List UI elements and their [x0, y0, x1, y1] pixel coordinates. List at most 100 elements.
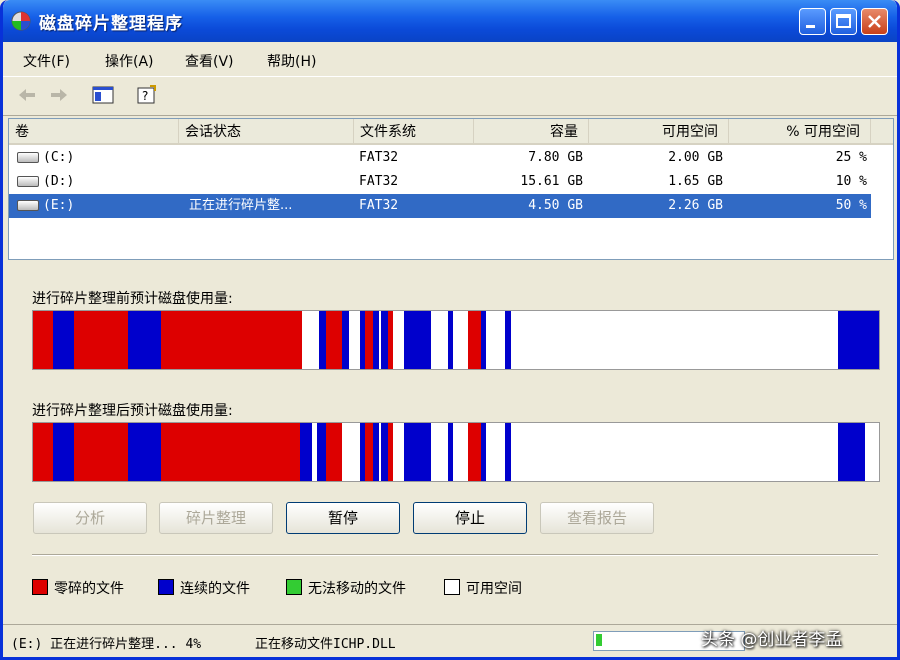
contiguous-segment	[481, 423, 487, 481]
header-capacity[interactable]: 容量	[474, 119, 589, 145]
contiguous-segment	[481, 311, 487, 369]
volume-row-e[interactable]: (E:) 正在进行碎片整... FAT32 4.50 GB 2.26 GB 50…	[9, 194, 871, 218]
menu-action[interactable]: 操作(A)	[105, 51, 154, 71]
legend-unmovable: 无法移动的文件	[286, 578, 406, 598]
fragmented-segment	[467, 311, 482, 369]
fragmented-segment	[388, 423, 394, 481]
drive-icon	[17, 152, 39, 163]
fragmented-segment	[365, 423, 374, 481]
contiguous-segment	[127, 423, 161, 481]
volume-name: (D:)	[43, 174, 75, 189]
drive-icon	[17, 176, 39, 187]
back-arrow-icon[interactable]	[15, 84, 39, 106]
pause-button[interactable]: 暂停	[286, 502, 400, 534]
legend-fragmented: 零碎的文件	[32, 578, 124, 598]
contiguous-segment	[53, 311, 74, 369]
minimize-icon	[806, 25, 815, 28]
contiguous-segment	[300, 423, 313, 481]
fragmented-segment	[365, 311, 374, 369]
close-icon	[868, 15, 881, 28]
legend-contiguous-label: 连续的文件	[180, 581, 250, 597]
toolbar: ?	[3, 76, 897, 116]
header-session-status[interactable]: 会话状态	[179, 119, 354, 145]
forward-arrow-icon[interactable]	[47, 84, 71, 106]
view-report-button[interactable]: 查看报告	[540, 502, 654, 534]
volume-free: 1.65 GB	[668, 174, 723, 189]
volume-pct-free: 50 %	[835, 198, 867, 213]
fragmented-segment	[33, 423, 54, 481]
defrag-app-icon	[11, 11, 31, 31]
contiguous-segment	[447, 423, 453, 481]
contiguous-segment	[53, 423, 74, 481]
maximize-button[interactable]	[830, 8, 857, 35]
console-tree-icon[interactable]	[91, 84, 115, 106]
defrag-window: 磁盘碎片整理程序 文件(F) 操作(A) 查看(V) 帮助(H) ? 卷 会话状…	[0, 0, 900, 660]
legend-free-label: 可用空间	[466, 581, 522, 597]
volume-row-c[interactable]: (C:) FAT32 7.80 GB 2.00 GB 25 %	[9, 146, 871, 170]
menu-help[interactable]: 帮助(H)	[267, 51, 316, 71]
fragmented-segment	[73, 423, 128, 481]
contiguous-segment	[505, 423, 511, 481]
separator	[32, 554, 878, 556]
analysis-pane: 进行碎片整理前预计磁盘使用量: 进行碎片整理后预计磁盘使用量: 分析 碎片整理 …	[8, 262, 892, 622]
contiguous-segment	[373, 311, 379, 369]
status-moving-file: 正在移动文件ICHP.DLL	[255, 637, 396, 652]
volume-fs: FAT32	[359, 174, 399, 189]
contiguous-segment	[373, 423, 379, 481]
defragment-button[interactable]: 碎片整理	[159, 502, 273, 534]
status-volume-progress: (E:) 正在进行碎片整理... 4%	[11, 637, 202, 652]
svg-text:?: ?	[142, 89, 148, 103]
free-swatch	[444, 579, 460, 595]
window-title: 磁盘碎片整理程序	[39, 14, 183, 34]
fragmented-segment	[325, 423, 342, 481]
status-bar: (E:) 正在进行碎片整理... 4% 正在移动文件ICHP.DLL 头条 @创…	[3, 624, 897, 657]
volume-row-d[interactable]: (D:) FAT32 15.61 GB 1.65 GB 10 %	[9, 170, 871, 194]
fragmented-segment	[325, 311, 342, 369]
fragmented-segment	[388, 311, 394, 369]
menu-bar: 文件(F) 操作(A) 查看(V) 帮助(H)	[3, 44, 897, 76]
after-usage-bar	[32, 422, 880, 482]
defrag-progress-fill	[596, 634, 602, 646]
contiguous-segment	[380, 311, 389, 369]
volume-list: 卷 会话状态 文件系统 容量 可用空间 % 可用空间 (C:) FAT32 7.…	[8, 118, 894, 260]
contiguous-segment	[505, 311, 511, 369]
header-free-space[interactable]: 可用空间	[589, 119, 729, 145]
minimize-button[interactable]	[799, 8, 826, 35]
contiguous-segment	[318, 311, 326, 369]
contiguous-segment	[127, 311, 161, 369]
volume-fs: FAT32	[359, 198, 399, 213]
volume-pct-free: 25 %	[835, 150, 867, 165]
header-volume[interactable]: 卷	[9, 119, 179, 145]
analyze-button[interactable]: 分析	[33, 502, 147, 534]
before-usage-bar	[32, 310, 880, 370]
volume-free: 2.26 GB	[668, 198, 723, 213]
menu-view[interactable]: 查看(V)	[185, 51, 234, 71]
volume-name: (E:)	[43, 198, 75, 213]
fragmented-segment	[160, 311, 303, 369]
drive-icon	[17, 200, 39, 211]
contiguous-segment	[403, 311, 432, 369]
close-button[interactable]	[861, 8, 888, 35]
header-percent-free[interactable]: % 可用空间	[729, 119, 871, 145]
header-file-system[interactable]: 文件系统	[354, 119, 474, 145]
contiguous-segment	[447, 311, 453, 369]
volume-free: 2.00 GB	[668, 150, 723, 165]
menu-file[interactable]: 文件(F)	[23, 51, 70, 71]
maximize-icon	[836, 14, 851, 28]
legend-contiguous: 连续的文件	[158, 578, 250, 598]
volume-capacity: 4.50 GB	[528, 198, 583, 213]
help-icon[interactable]: ?	[135, 84, 159, 106]
contiguous-segment	[837, 311, 879, 369]
title-bar[interactable]: 磁盘碎片整理程序	[3, 0, 897, 42]
contiguous-swatch	[158, 579, 174, 595]
volume-status: 正在进行碎片整...	[189, 198, 293, 213]
fragmented-segment	[467, 423, 482, 481]
legend-unmovable-label: 无法移动的文件	[308, 581, 406, 597]
before-usage-label: 进行碎片整理前预计磁盘使用量:	[32, 291, 233, 307]
after-usage-label: 进行碎片整理后预计磁盘使用量:	[32, 403, 233, 419]
unmovable-swatch	[286, 579, 302, 595]
contiguous-segment	[403, 423, 432, 481]
legend-free: 可用空间	[444, 578, 522, 598]
stop-button[interactable]: 停止	[413, 502, 527, 534]
volume-capacity: 15.61 GB	[520, 174, 583, 189]
